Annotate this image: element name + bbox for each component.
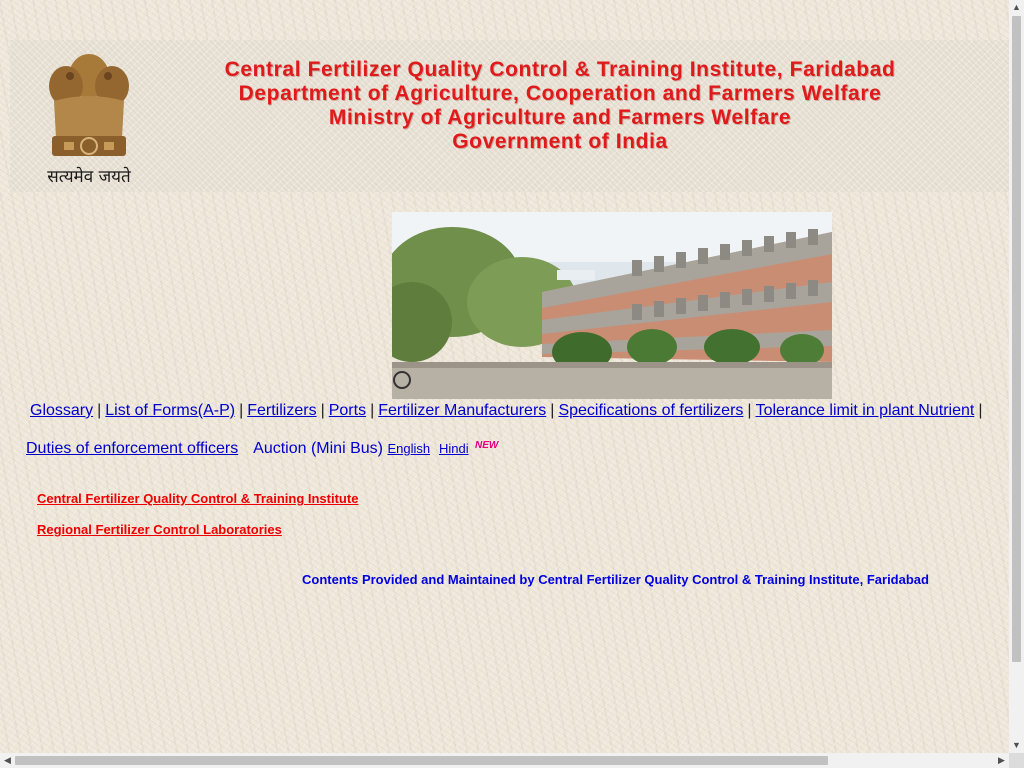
horizontal-scrollbar[interactable]: ◀ ▶ <box>0 753 1009 768</box>
vertical-scroll-thumb[interactable] <box>1012 16 1021 662</box>
nav-separator: | <box>550 402 555 419</box>
nav-link-english[interactable]: English <box>387 441 430 456</box>
national-emblem-icon: सत्यमेव जयते <box>47 54 131 187</box>
scroll-right-arrow-icon[interactable]: ▶ <box>994 753 1009 768</box>
nav-row-primary: Glossary | List of Forms(A-P) | Fertilizers |… <box>30 402 986 420</box>
banner-title-department: Department of Agriculture, Cooperation a… <box>238 82 882 105</box>
nav-separator: | <box>97 402 102 419</box>
nav-separator: | <box>320 402 325 419</box>
nav-row-secondary: Duties of enforcement officers Auction (… <box>26 438 504 458</box>
new-badge-icon: NEW <box>475 440 500 450</box>
nav-link-specifications[interactable]: Specifications of fertilizers <box>558 402 743 419</box>
link-cfqcti[interactable]: Central Fertilizer Quality Control & Tra… <box>37 491 358 506</box>
svg-text:सत्यमेव जयते: सत्यमेव जयते <box>47 166 131 187</box>
horizontal-scroll-thumb[interactable] <box>15 756 828 765</box>
nav-link-list-of-forms[interactable]: List of Forms(A-P) <box>105 402 235 419</box>
nav-separator: | <box>239 402 244 419</box>
nav-separator: | <box>747 402 752 419</box>
scroll-up-arrow-icon[interactable]: ▲ <box>1009 0 1024 15</box>
nav-link-ports[interactable]: Ports <box>329 402 366 419</box>
nav-link-hindi[interactable]: Hindi <box>439 441 469 456</box>
nav-link-fertilizers[interactable]: Fertilizers <box>247 402 316 419</box>
nav-link-tolerance-limit[interactable]: Tolerance limit in plant Nutrient <box>756 402 975 419</box>
vertical-scrollbar[interactable]: ▲ ▼ <box>1009 0 1024 753</box>
banner-title-ministry: Ministry of Agriculture and Farmers Welf… <box>328 106 792 129</box>
banner-title-institute: Central Fertilizer Quality Control & Tra… <box>224 58 896 81</box>
nav-auction-text: Auction (Mini Bus) <box>253 440 383 457</box>
scroll-left-arrow-icon[interactable]: ◀ <box>0 753 15 768</box>
svg-text:NEW: NEW <box>475 440 500 450</box>
page-viewport: सत्यमेव जयते Central Fertilizer Quality … <box>0 0 1009 753</box>
scrollbar-corner <box>1009 753 1024 768</box>
banner-title-government: Government of India <box>452 130 668 153</box>
footer-credit: Contents Provided and Maintained by Cent… <box>302 572 929 587</box>
scroll-down-arrow-icon[interactable]: ▼ <box>1009 738 1024 753</box>
nav-link-fertilizer-manufacturers[interactable]: Fertilizer Manufacturers <box>378 402 546 419</box>
nav-link-glossary[interactable]: Glossary <box>30 402 93 419</box>
nav-separator: | <box>978 402 983 419</box>
header-banner: सत्यमेव जयते Central Fertilizer Quality … <box>10 40 1009 192</box>
faint-decoration <box>362 493 365 505</box>
link-regional-laboratories[interactable]: Regional Fertilizer Control Laboratories <box>37 522 282 537</box>
nav-separator: | <box>370 402 375 419</box>
building-photo <box>392 212 832 399</box>
nav-link-duties-officers[interactable]: Duties of enforcement officers <box>26 440 238 457</box>
